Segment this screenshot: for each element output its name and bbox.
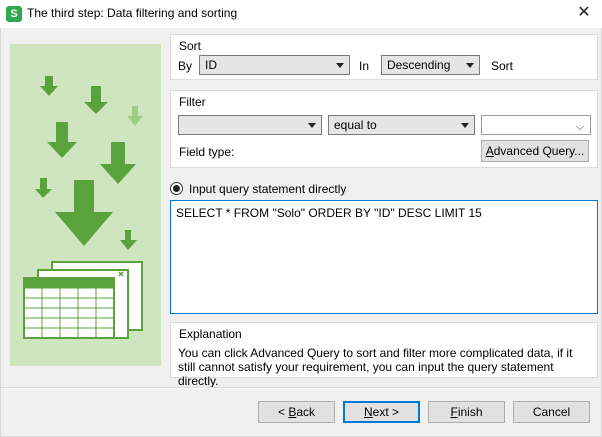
sort-order-dropdown[interactable]: Descending — [381, 55, 480, 75]
window-title: The third step: Data filtering and sorti… — [27, 6, 238, 20]
filter-field-dropdown[interactable] — [178, 115, 322, 135]
filter-value-combobox[interactable]: ⌵ — [481, 115, 591, 135]
explanation-text: You can click Advanced Query to sort and… — [178, 346, 573, 388]
sort-order-value: Descending — [387, 58, 451, 72]
chevron-down-icon — [461, 123, 469, 128]
query-statement-text: SELECT * FROM "Solo" ORDER BY "ID" DESC … — [176, 206, 482, 220]
direct-query-radio[interactable] — [170, 182, 183, 195]
sort-group: Sort By ID In Descending Sort — [170, 34, 598, 80]
sort-suffix-label: Sort — [491, 59, 514, 73]
explanation-group-label: Explanation — [179, 327, 242, 341]
next-button[interactable]: Next > — [343, 401, 420, 423]
sort-group-label: Sort — [179, 39, 202, 53]
chevron-down-icon — [308, 123, 316, 128]
app-icon: S — [6, 6, 22, 22]
sort-in-label: In — [359, 59, 370, 73]
filter-group: Filter equal to ⌵ Field type: Advanced Q… — [170, 90, 598, 168]
sort-by-label: By — [178, 59, 193, 73]
sort-field-value: ID — [205, 58, 217, 72]
chevron-down-icon — [336, 63, 344, 68]
footer-divider-highlight — [1, 388, 601, 389]
filter-operator-dropdown[interactable]: equal to — [328, 115, 475, 135]
filter-arrows-spreadsheet-icon — [23, 76, 143, 339]
query-statement-textarea[interactable]: SELECT * FROM "Solo" ORDER BY "ID" DESC … — [170, 200, 598, 314]
title-bar: S The third step: Data filtering and sor… — [0, 0, 602, 28]
explanation-group: Explanation You can click Advanced Query… — [170, 322, 598, 388]
field-type-label: Field type: — [179, 145, 235, 159]
filter-operator-value: equal to — [334, 118, 377, 132]
close-button[interactable]: ✕ — [566, 0, 602, 28]
filter-group-label: Filter — [179, 95, 206, 109]
sort-field-dropdown[interactable]: ID — [199, 55, 350, 75]
cancel-button[interactable]: Cancel — [513, 401, 590, 423]
finish-button[interactable]: Finish — [428, 401, 505, 423]
direct-query-label[interactable]: Input query statement directly — [189, 182, 346, 196]
chevron-down-icon — [466, 63, 474, 68]
advanced-query-button[interactable]: Advanced Query... — [481, 140, 589, 162]
illustration-panel — [10, 44, 161, 366]
back-button[interactable]: < Back — [258, 401, 335, 423]
dialog-body: Sort By ID In Descending Sort Filter equ… — [0, 28, 602, 437]
chevron-down-icon: ⌵ — [575, 121, 584, 133]
